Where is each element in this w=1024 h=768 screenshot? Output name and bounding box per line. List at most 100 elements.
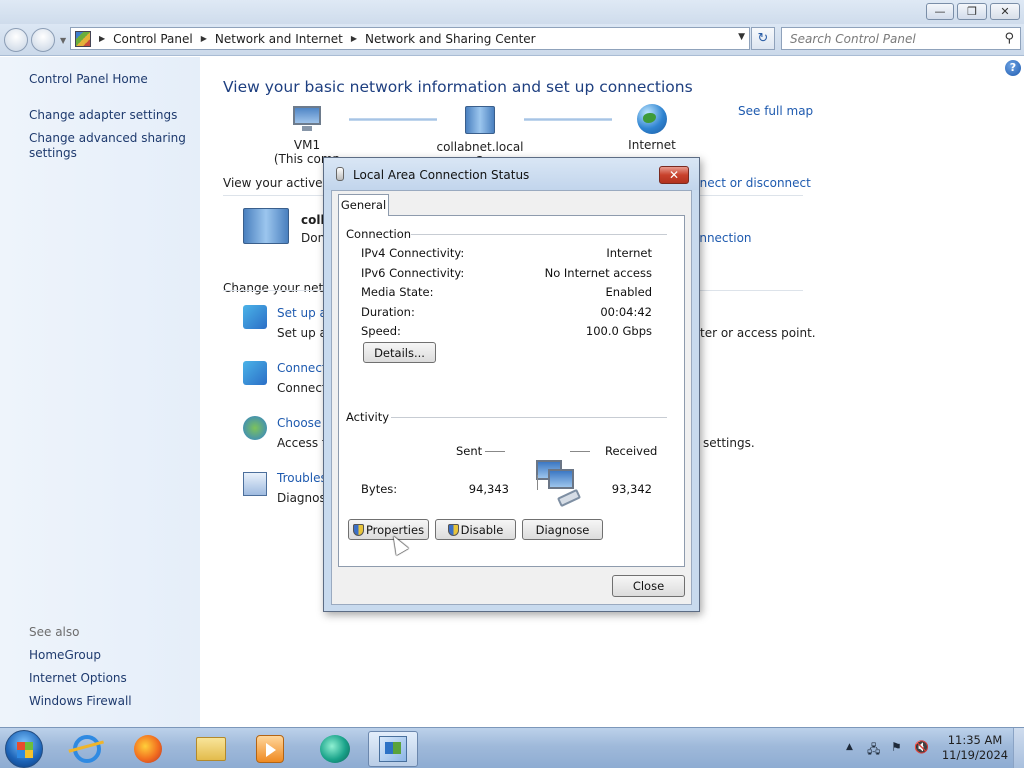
network-map-connector bbox=[349, 118, 437, 121]
address-dropdown-icon[interactable]: ▼ bbox=[738, 32, 745, 42]
chevron-right-icon[interactable]: ▶ bbox=[351, 34, 357, 43]
tab-general[interactable]: General bbox=[338, 194, 389, 216]
network-tray-icon[interactable]: 🖧 bbox=[867, 740, 880, 761]
taskbar-app[interactable] bbox=[310, 731, 360, 767]
speed-value: 100.0 Gbps bbox=[585, 324, 652, 338]
local-area-connection-status-dialog: Local Area Connection Status ✕ General C… bbox=[323, 157, 700, 612]
computer-icon bbox=[291, 106, 323, 132]
taskbar-clock[interactable]: 11:35 AM 11/19/2024 bbox=[940, 733, 1010, 763]
disable-label: Disable bbox=[460, 522, 504, 537]
network-activity-icon bbox=[536, 460, 586, 508]
sent-label: Sent bbox=[456, 444, 483, 458]
choose-homegroup-desc-tail: settings. bbox=[703, 436, 755, 450]
media-state-label: Media State: bbox=[361, 285, 434, 299]
local-area-connection-link[interactable]: onnection bbox=[692, 231, 752, 245]
search-icon[interactable]: ⚲ bbox=[1004, 31, 1014, 46]
control-panel-home-link[interactable]: Control Panel Home bbox=[29, 72, 148, 87]
maximize-button[interactable]: ❐ bbox=[957, 3, 987, 20]
setup-connection-icon bbox=[243, 305, 267, 329]
window-titlebar: — ❐ ✕ bbox=[0, 0, 1024, 24]
bytes-sent-value: 94,343 bbox=[468, 482, 509, 496]
left-navigation-pane: Control Panel Home Change adapter settin… bbox=[0, 57, 200, 727]
domain-network-icon bbox=[243, 208, 289, 244]
change-adapter-settings-link[interactable]: Change adapter settings bbox=[29, 108, 177, 123]
volume-muted-icon[interactable]: 🔇 bbox=[914, 740, 929, 754]
forward-button[interactable] bbox=[31, 28, 55, 52]
homegroup-link[interactable]: HomeGroup bbox=[29, 648, 101, 663]
connection-group-label: Connection bbox=[346, 227, 412, 241]
app-icon bbox=[320, 735, 350, 763]
troubleshoot-icon bbox=[243, 472, 267, 496]
clock-date: 11/19/2024 bbox=[941, 748, 1009, 762]
breadcrumb-network-and-internet[interactable]: Network and Internet bbox=[215, 32, 343, 46]
choose-homegroup-link[interactable]: Choose bbox=[277, 416, 321, 430]
network-map-connector bbox=[524, 118, 612, 121]
received-label: Received bbox=[605, 444, 658, 458]
control-panel-icon bbox=[75, 30, 91, 47]
ipv4-label: IPv4 Connectivity: bbox=[361, 246, 465, 260]
taskbar-media-player[interactable] bbox=[245, 731, 295, 767]
disable-button[interactable]: Disable bbox=[435, 519, 516, 540]
firefox-icon bbox=[134, 735, 162, 763]
received-line bbox=[570, 451, 590, 452]
navigation-bar: ▼ ▶ Control Panel ▶ Network and Internet… bbox=[0, 24, 1024, 56]
search-input[interactable]: Search Control Panel ⚲ bbox=[781, 27, 1021, 50]
connect-network-desc: Connect bbox=[277, 381, 327, 395]
page-title: View your basic network information and … bbox=[223, 78, 693, 96]
diagnose-button[interactable]: Diagnose bbox=[522, 519, 603, 540]
general-tab-panel: Connection IPv4 Connectivity: Internet I… bbox=[338, 215, 685, 567]
taskbar-windows-explorer[interactable] bbox=[186, 731, 236, 767]
media-state-value: Enabled bbox=[605, 285, 652, 299]
pc-name: VM1 bbox=[293, 138, 321, 152]
choose-homegroup-desc: Access fi bbox=[277, 436, 330, 450]
dialog-close-button[interactable]: ✕ bbox=[659, 166, 689, 184]
chevron-right-icon[interactable]: ▶ bbox=[99, 34, 105, 43]
search-placeholder: Search Control Panel bbox=[790, 31, 916, 46]
folder-icon bbox=[196, 737, 226, 761]
details-button[interactable]: Details... bbox=[363, 342, 436, 363]
address-bar[interactable]: ▶ Control Panel ▶ Network and Internet ▶… bbox=[70, 27, 750, 50]
recent-pages-dropdown[interactable]: ▼ bbox=[60, 36, 66, 45]
connect-network-link[interactable]: Connect bbox=[277, 361, 327, 375]
internet-options-link[interactable]: Internet Options bbox=[29, 671, 127, 686]
connect-network-icon bbox=[243, 361, 267, 385]
troubleshoot-link[interactable]: Troubles bbox=[277, 471, 327, 485]
dialog-titlebar[interactable]: Local Area Connection Status ✕ bbox=[324, 158, 699, 190]
minimize-button[interactable]: — bbox=[926, 3, 954, 20]
clock-time: 11:35 AM bbox=[947, 733, 1003, 747]
breadcrumb-network-sharing-center[interactable]: Network and Sharing Center bbox=[365, 32, 536, 46]
see-full-map-link[interactable]: See full map bbox=[738, 104, 813, 118]
group-divider bbox=[391, 417, 667, 418]
taskbar-firefox[interactable] bbox=[123, 731, 173, 767]
connect-disconnect-link[interactable]: nnect or disconnect bbox=[692, 176, 811, 190]
close-button[interactable]: Close bbox=[612, 575, 685, 597]
ipv4-value: Internet bbox=[606, 246, 652, 260]
help-icon[interactable]: ? bbox=[1005, 60, 1021, 76]
change-advanced-sharing-link[interactable]: Change advanced sharing settings bbox=[29, 131, 186, 161]
properties-button[interactable]: Properties bbox=[348, 519, 429, 540]
setup-connection-desc-tail: ter or access point. bbox=[700, 326, 816, 340]
show-hidden-icons-icon[interactable]: ▲ bbox=[846, 742, 853, 752]
breadcrumb-control-panel[interactable]: Control Panel bbox=[113, 32, 193, 46]
network-icon bbox=[465, 106, 495, 134]
advanced-sharing-line1: Change advanced sharing bbox=[29, 131, 186, 145]
windows-logo-icon bbox=[17, 742, 33, 758]
setup-connection-link[interactable]: Set up a bbox=[277, 306, 327, 320]
action-center-flag-icon[interactable]: ⚑ bbox=[891, 740, 902, 754]
show-desktop-button[interactable] bbox=[1013, 728, 1024, 768]
windows-firewall-link[interactable]: Windows Firewall bbox=[29, 694, 132, 709]
duration-label: Duration: bbox=[361, 305, 415, 319]
bytes-label: Bytes: bbox=[361, 482, 398, 496]
close-window-button[interactable]: ✕ bbox=[990, 3, 1020, 20]
bytes-divider bbox=[537, 475, 538, 490]
taskbar-internet-explorer[interactable] bbox=[62, 731, 112, 767]
internet-explorer-icon bbox=[73, 735, 101, 763]
chevron-right-icon[interactable]: ▶ bbox=[201, 34, 207, 43]
control-panel-icon bbox=[379, 736, 407, 762]
refresh-button[interactable]: ↻ bbox=[751, 27, 775, 50]
duration-value: 00:04:42 bbox=[600, 305, 652, 319]
taskbar-control-panel[interactable] bbox=[368, 731, 418, 767]
start-button[interactable] bbox=[5, 730, 43, 768]
back-button[interactable] bbox=[4, 28, 28, 52]
bytes-received-value: 93,342 bbox=[611, 482, 652, 496]
